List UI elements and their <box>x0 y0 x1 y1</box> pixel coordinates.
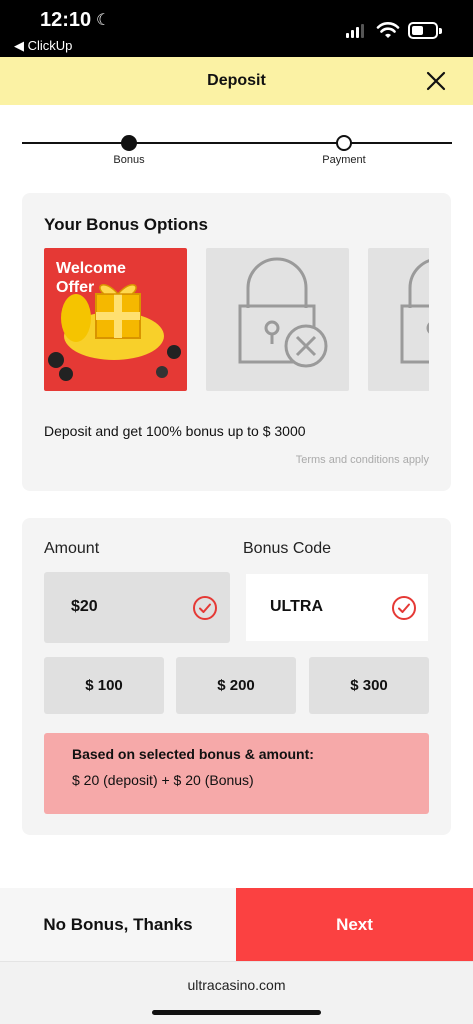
next-button[interactable]: Next <box>236 888 473 961</box>
summary-heading: Based on selected bonus & amount: <box>72 746 314 762</box>
amount-selected-option[interactable]: $20 <box>44 572 230 643</box>
progress-stepper: Bonus Payment <box>22 131 452 171</box>
check-circle-icon <box>392 596 416 620</box>
status-time: 12:10 <box>40 9 92 31</box>
bonus-tiles-carousel[interactable]: Welcome Offer <box>44 248 429 391</box>
welcome-offer-text: Welcome Offer <box>56 260 126 296</box>
summary-text: $ 20 (deposit) + $ 20 (Bonus) <box>72 772 254 788</box>
locked-bonus-tile-2[interactable] <box>368 248 429 391</box>
bonus-code-label: Bonus Code <box>243 540 332 557</box>
moon-icon: ☾ <box>96 12 111 29</box>
welcome-offer-tile[interactable]: Welcome Offer <box>44 248 187 391</box>
amount-label: Amount <box>44 540 100 557</box>
bonus-options-title: Your Bonus Options <box>44 215 209 234</box>
step-payment-label: Payment <box>322 154 366 166</box>
bonus-code-value: ULTRA <box>270 598 324 615</box>
amount-option-200[interactable]: $ 200 <box>176 657 296 714</box>
terms-link[interactable]: Terms and conditions apply <box>296 454 429 466</box>
back-to-app-link[interactable]: ◀ ClickUp <box>14 38 72 54</box>
wifi-icon <box>376 22 400 38</box>
browser-url-bar[interactable]: ultracasino.com <box>0 961 473 1024</box>
amount-option-300[interactable]: $ 300 <box>309 657 429 714</box>
battery-icon <box>408 22 442 39</box>
bonus-options-card: Your Bonus Options Welcome Offer Deposit… <box>22 193 451 491</box>
step-bonus-label: Bonus <box>113 154 145 166</box>
locked-bonus-tile[interactable] <box>206 248 349 391</box>
cellular-signal-icon <box>346 24 364 38</box>
status-bar: 12:10 ☾ ◀ ClickUp <box>0 0 473 57</box>
lock-icon <box>238 257 328 368</box>
no-bonus-button[interactable]: No Bonus, Thanks <box>0 888 236 961</box>
lock-icon <box>400 259 429 364</box>
close-icon[interactable] <box>424 69 448 93</box>
step-bonus-dot <box>121 135 137 151</box>
step-payment-dot <box>336 135 352 151</box>
bonus-summary-box: Based on selected bonus & amount: $ 20 (… <box>44 733 429 814</box>
amount-option-100[interactable]: $ 100 <box>44 657 164 714</box>
bonus-code-input[interactable]: ULTRA <box>246 574 428 641</box>
deposit-header: Deposit <box>0 57 473 105</box>
amount-card: Amount Bonus Code $20 ULTRA $ 100 $ 200 … <box>22 518 451 835</box>
amount-selected-value: $20 <box>71 598 98 615</box>
check-circle-icon <box>193 596 217 620</box>
browser-url[interactable]: ultracasino.com <box>0 977 473 993</box>
page-title: Deposit <box>207 72 266 89</box>
stepper-line <box>22 142 452 144</box>
home-indicator[interactable] <box>152 1010 321 1015</box>
bonus-description: Deposit and get 100% bonus up to $ 3000 <box>44 423 306 439</box>
